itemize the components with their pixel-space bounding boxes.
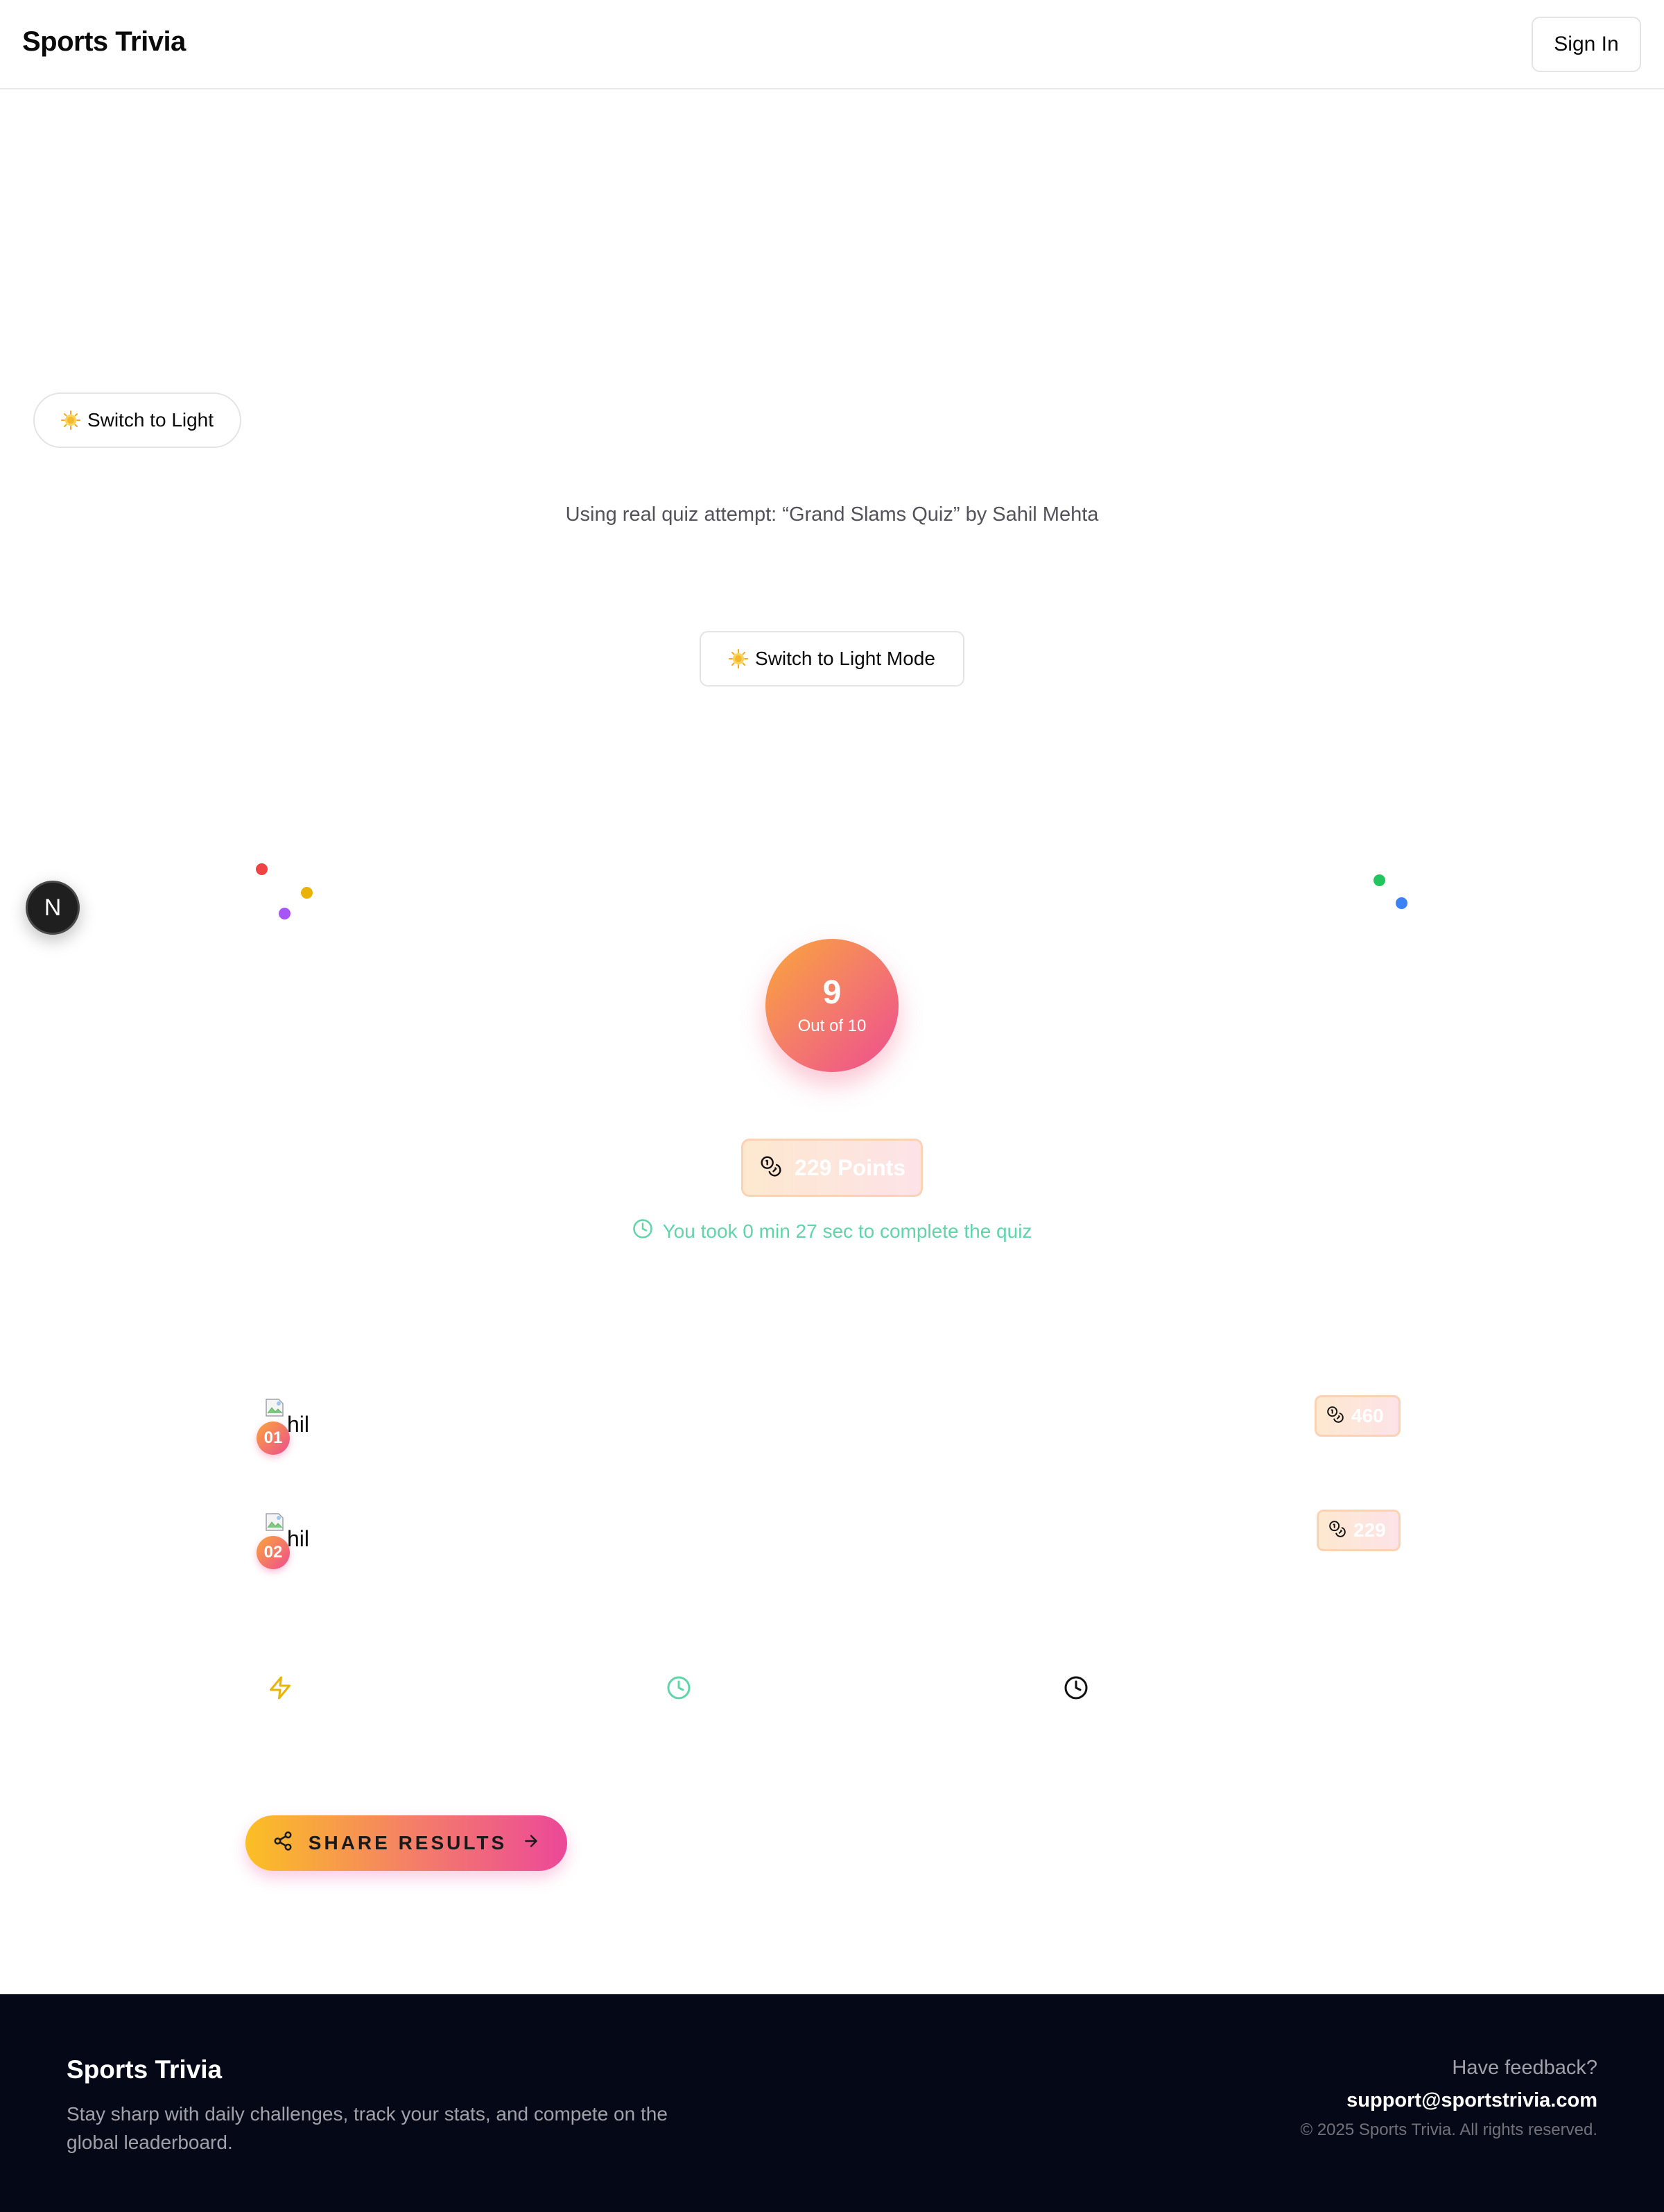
confetti-dot (279, 908, 291, 919)
player-score: 229 (1353, 1519, 1386, 1541)
sign-in-button[interactable]: Sign In (1532, 17, 1641, 72)
leaderboard-row: hil 02 229 (257, 1510, 1401, 1572)
share-results-button[interactable]: SHARE RESULTS (245, 1815, 567, 1871)
footer-contact: Have feedback? support@sportstrivia.com … (1300, 2057, 1597, 2140)
dev-tools-button[interactable]: N (26, 881, 80, 935)
clock-icon (632, 1218, 653, 1244)
site-footer: Sports Trivia Stay sharp with daily chal… (0, 1994, 1664, 2212)
points-value: 229 Points (795, 1155, 906, 1180)
leaderboard-row: hil 01 460 (257, 1395, 1401, 1458)
time-taken-text: You took 0 min 27 sec to complete the qu… (662, 1220, 1032, 1242)
support-email-link[interactable]: support@sportstrivia.com (1300, 2089, 1597, 2112)
sun-icon (729, 649, 749, 668)
share-icon (272, 1831, 293, 1856)
coins-icon (760, 1155, 782, 1181)
top-header: Sports Trivia Sign In (0, 0, 1664, 89)
clock-icon (1064, 1675, 1089, 1700)
broken-avatar-icon (263, 1510, 288, 1535)
score-value: 9 (822, 974, 842, 1011)
quiz-attempt-note: Using real quiz attempt: “Grand Slams Qu… (565, 503, 1099, 526)
coins-icon (1326, 1406, 1344, 1427)
feedback-question: Have feedback? (1452, 2057, 1597, 2079)
rank-badge: 02 (257, 1536, 290, 1569)
theme-toggle-pill[interactable]: Switch to Light (33, 392, 241, 448)
player-score-badge: 460 (1315, 1395, 1401, 1437)
confetti-dot (1373, 874, 1385, 886)
arrow-right-icon (522, 1832, 540, 1855)
player-score: 460 (1351, 1405, 1384, 1426)
confetti-dot (256, 863, 268, 875)
time-taken-note: You took 0 min 27 sec to complete the qu… (0, 1218, 1664, 1244)
copyright: © 2025 Sports Trivia. All rights reserve… (1300, 2120, 1597, 2139)
footer-tagline: Stay sharp with daily challenges, track … (67, 2103, 668, 2153)
player-name: hil (287, 1526, 310, 1551)
confetti-dot (1396, 897, 1407, 909)
theme-toggle-button-label: Switch to Light Mode (755, 648, 935, 669)
player-name: hil (287, 1412, 310, 1437)
theme-toggle-button[interactable]: Switch to Light Mode (700, 631, 964, 686)
brand-logo-text[interactable]: Sports Trivia (22, 26, 186, 58)
points-badge: 229 Points (741, 1139, 923, 1197)
theme-toggle-pill-label: Switch to Light (87, 409, 214, 431)
rank-badge: 01 (257, 1422, 290, 1455)
sun-icon (60, 411, 80, 430)
player-score-badge: 229 (1317, 1510, 1401, 1551)
footer-brand: Sports Trivia (67, 2055, 223, 2084)
lightning-icon (268, 1675, 293, 1700)
share-results-label: SHARE RESULTS (308, 1832, 508, 1854)
score-out-of: Out of 10 (797, 1017, 867, 1035)
confetti-dot (301, 887, 313, 899)
coins-icon (1328, 1520, 1346, 1541)
clock-icon (666, 1675, 691, 1700)
score-circle: 9 Out of 10 (765, 939, 899, 1072)
broken-avatar-icon (263, 1395, 288, 1420)
